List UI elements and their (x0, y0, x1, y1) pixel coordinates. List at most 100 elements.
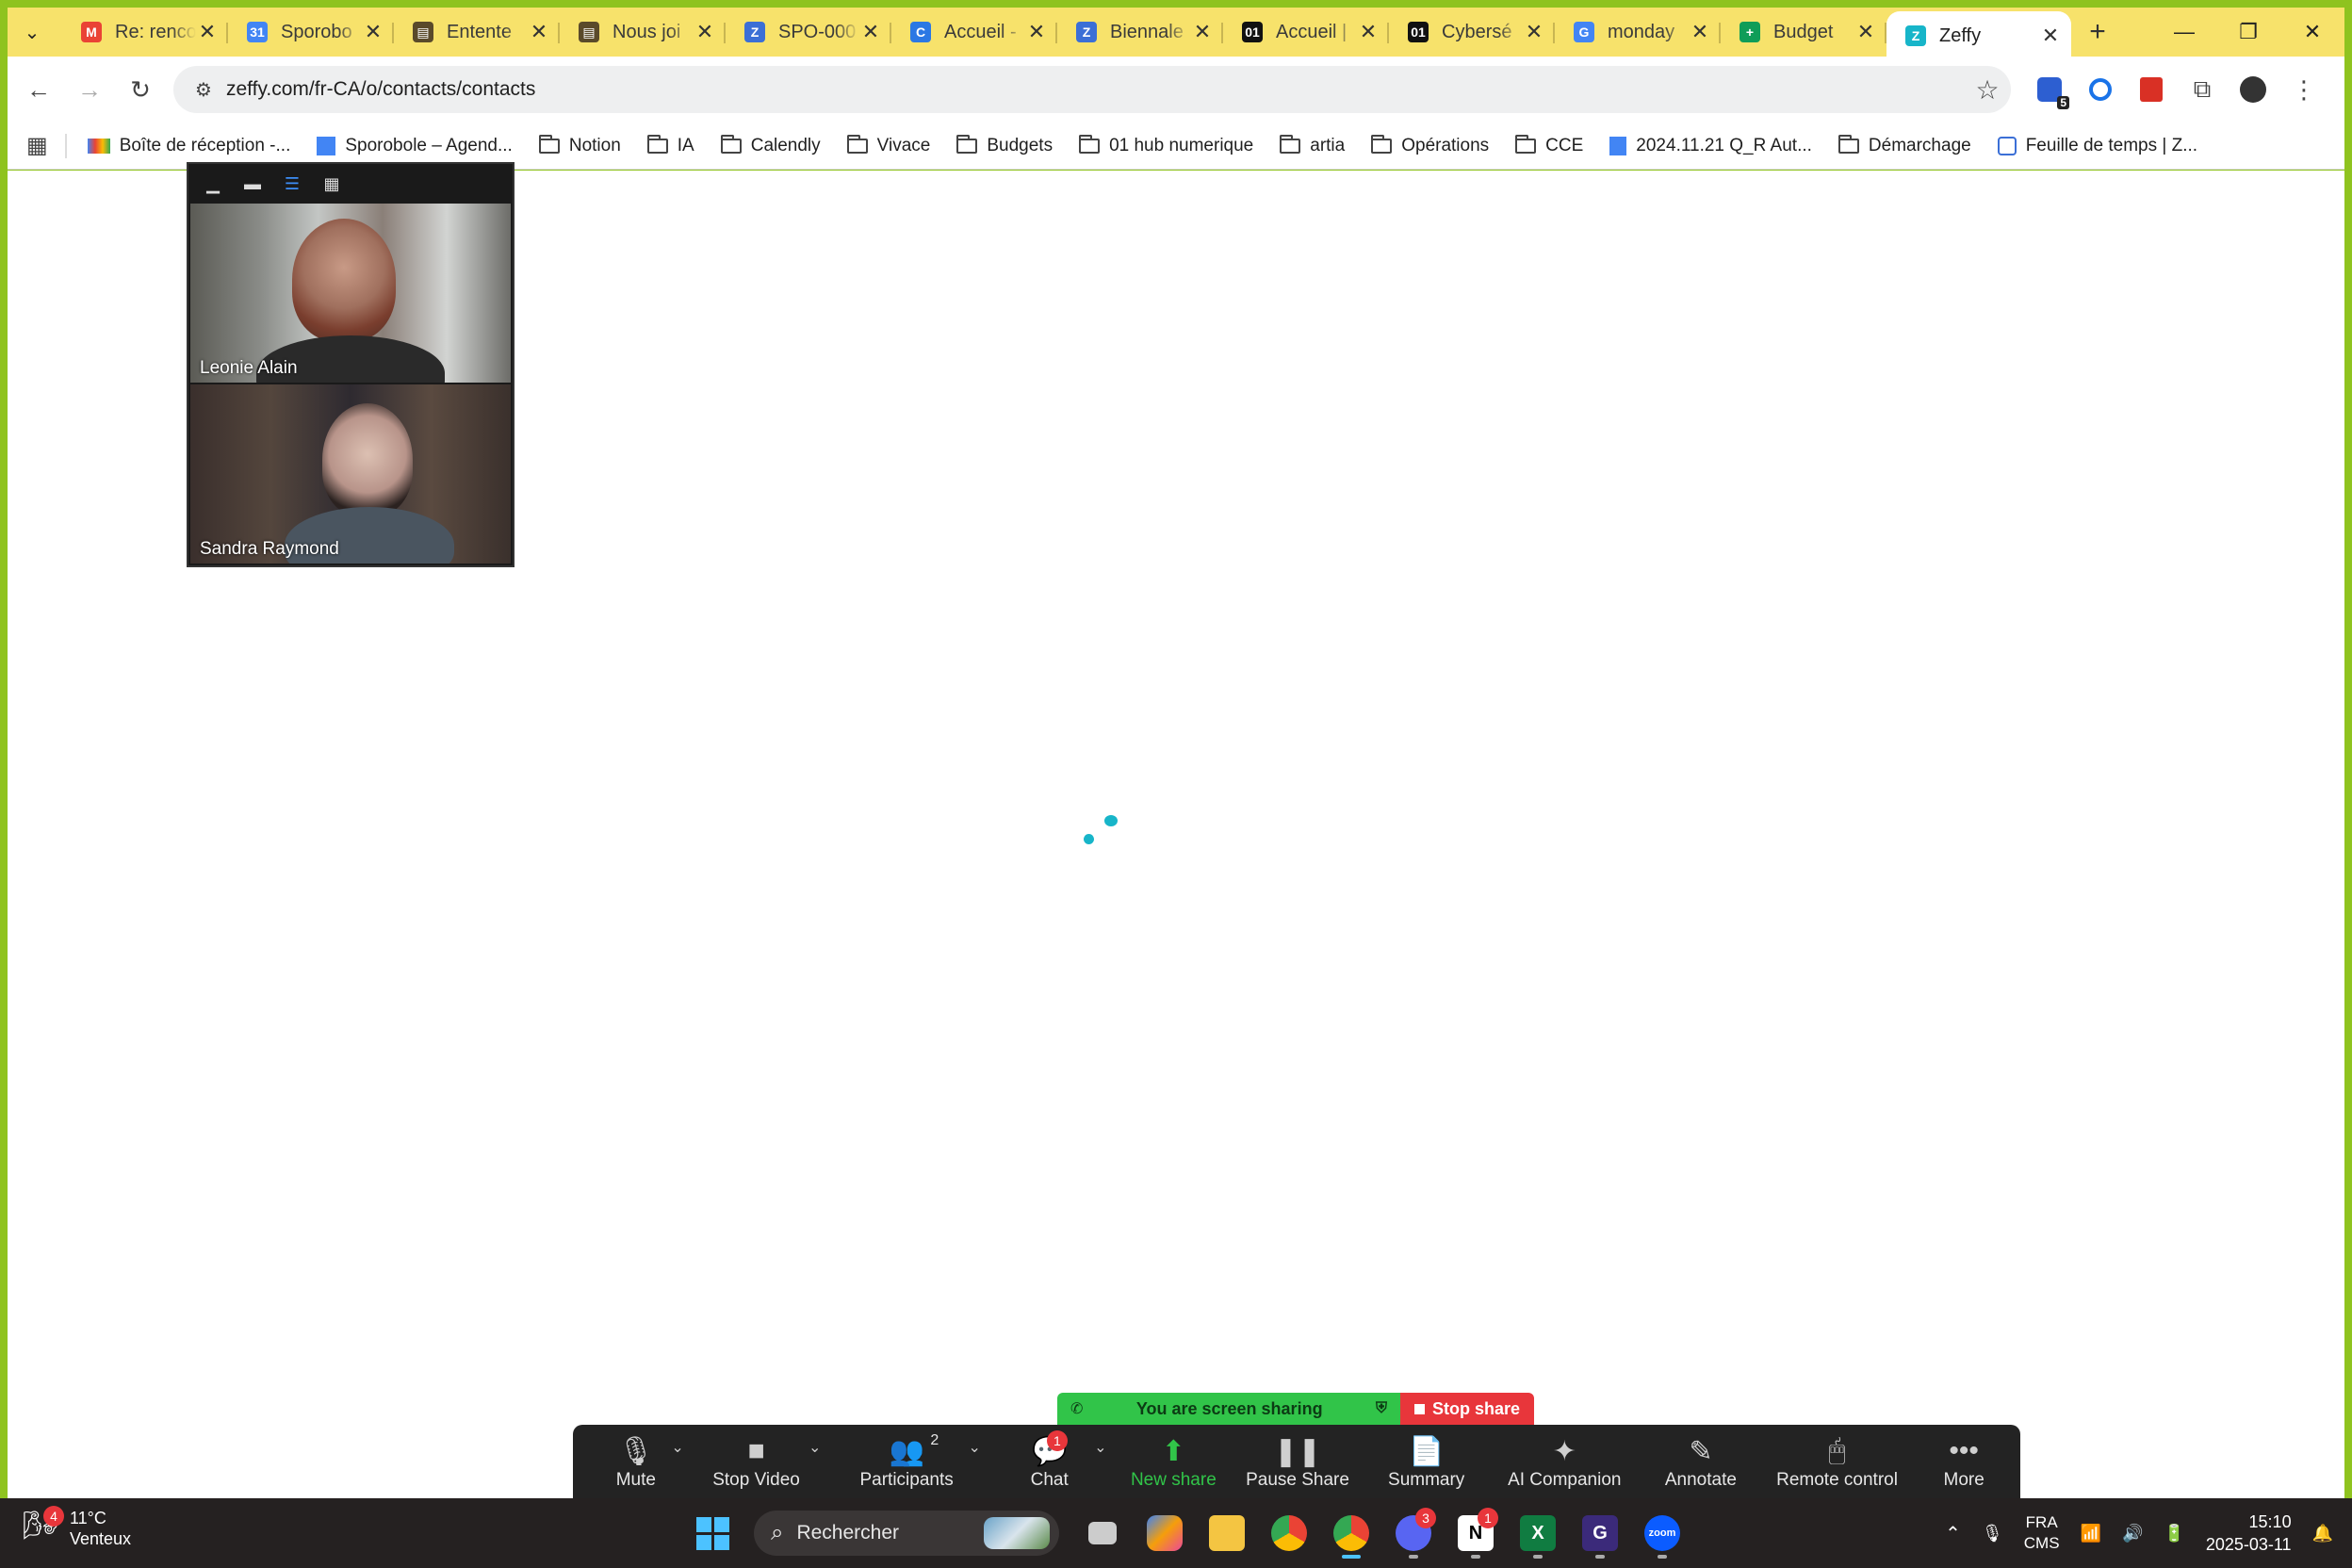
taskbar-search[interactable]: ⌕ Rechercher (754, 1511, 1059, 1556)
tab-4[interactable]: ▤ Nous joi ✕ (560, 11, 726, 53)
share-status[interactable]: ✆ You are screen sharing ⛨ (1057, 1393, 1400, 1425)
new-tab-button[interactable]: + (2079, 16, 2116, 48)
tab-12[interactable]: Z Zeffy ✕ (1886, 11, 2071, 60)
weather-widget[interactable]: 🌬 4 11°C Venteux (23, 1506, 131, 1549)
stacked-view-icon[interactable]: ☰ (279, 171, 305, 197)
bookmark-item[interactable]: Boîte de réception -... (87, 136, 290, 156)
tab-2[interactable]: 31 Sporobo ✕ (228, 11, 394, 53)
chat-button[interactable]: 💬 Chat 1 ⌄ (988, 1425, 1111, 1498)
start-button[interactable] (684, 1506, 741, 1560)
mute-button[interactable]: 🎙 Mute ⌄ (584, 1425, 688, 1498)
mute-options-chevron-icon[interactable]: ⌄ (671, 1438, 683, 1457)
tab-search-button[interactable]: ⌄ (15, 15, 49, 49)
chat-options-chevron-icon[interactable]: ⌄ (1094, 1438, 1106, 1457)
file-explorer-app[interactable] (1199, 1506, 1255, 1560)
participant-video-tile[interactable]: Sandra Raymond (190, 384, 511, 564)
kebab-menu-icon[interactable]: ⋮ (2278, 70, 2329, 109)
zoom-app[interactable]: zoom (1634, 1506, 1690, 1560)
single-speaker-view-icon[interactable]: ▬ (239, 171, 266, 197)
more-button[interactable]: ••• More (1907, 1425, 2020, 1498)
close-tab-icon[interactable]: ✕ (1357, 20, 1380, 44)
close-tab-icon[interactable]: ✕ (1191, 20, 1214, 44)
bookmark-item[interactable]: IA (646, 134, 694, 156)
language-indicator[interactable]: FRA CMS (2024, 1512, 2060, 1554)
stop-video-button[interactable]: ■ Stop Video ⌄ (688, 1425, 825, 1498)
tab-11[interactable]: + Budget ✕ (1721, 11, 1886, 53)
discord-app[interactable]: 3 (1385, 1506, 1442, 1560)
minimize-icon[interactable]: — (2152, 20, 2216, 44)
show-hidden-icons-chevron-icon[interactable]: ⌃ (1945, 1522, 1961, 1545)
close-window-icon[interactable]: ✕ (2280, 20, 2344, 44)
close-tab-icon[interactable]: ✕ (859, 20, 882, 44)
tab-10[interactable]: Gmonday ✕ (1555, 11, 1721, 53)
site-info-icon[interactable]: ⚙ (181, 78, 226, 102)
back-button[interactable]: ← (13, 75, 64, 105)
clock[interactable]: 15:10 2025-03-11 (2206, 1511, 2292, 1556)
bookmark-item[interactable]: Opérations (1371, 134, 1489, 156)
annotate-button[interactable]: ✎ Annotate (1635, 1425, 1767, 1498)
pause-share-button[interactable]: ❚❚ Pause Share (1236, 1425, 1359, 1498)
reload-button[interactable]: ↻ (115, 75, 166, 105)
ai-companion-button[interactable]: ✦ AI Companion (1494, 1425, 1635, 1498)
microphone-location-icon[interactable]: 🎙 (1982, 1524, 2003, 1544)
bookmark-star-icon[interactable]: ☆ (1964, 74, 2011, 106)
bookmark-item[interactable]: Budgets (956, 134, 1053, 156)
puzzle-icon[interactable]: ⧉ (2177, 70, 2228, 109)
video-options-chevron-icon[interactable]: ⌄ (808, 1438, 821, 1457)
bookmark-item[interactable]: Calendly (720, 134, 821, 156)
copilot-app[interactable] (1136, 1506, 1193, 1560)
volume-icon[interactable]: 🔊 (2122, 1524, 2143, 1544)
bookmark-item[interactable]: CCE (1515, 134, 1583, 156)
minimize-video-icon[interactable]: ▁ (200, 171, 226, 197)
tab-8[interactable]: 01 Accueil | ✕ (1223, 11, 1389, 53)
chrome-app[interactable] (1261, 1506, 1317, 1560)
bookmark-item[interactable]: 01 hub numerique (1079, 134, 1253, 156)
apps-grid-icon[interactable]: ▦ (26, 132, 48, 159)
bookmark-item[interactable]: artia (1280, 134, 1345, 156)
bookmark-item[interactable]: Vivace (846, 134, 930, 156)
close-tab-icon[interactable]: ✕ (2039, 24, 2062, 48)
close-tab-icon[interactable]: ✕ (1025, 20, 1048, 44)
summary-button[interactable]: 📄 Summary (1359, 1425, 1494, 1498)
notifications-bell-icon[interactable]: 🔔 (2312, 1524, 2333, 1544)
tab-6[interactable]: C Accueil - ✕ (891, 11, 1057, 53)
circle-extension-icon[interactable] (2075, 70, 2126, 109)
pdf-extension-icon[interactable] (2126, 70, 2177, 109)
restore-icon[interactable]: ❐ (2216, 20, 2280, 44)
gallery-view-icon[interactable]: ▦ (318, 171, 345, 197)
bookmark-item[interactable]: Feuille de temps | Z... (1997, 136, 2197, 156)
bookmark-item[interactable]: 2024.11.21 Q_R Aut... (1609, 136, 1812, 156)
close-tab-icon[interactable]: ✕ (196, 20, 219, 44)
bookmark-item[interactable]: Démarchage (1838, 134, 1971, 156)
battery-icon[interactable]: 🔋 (2164, 1524, 2184, 1544)
tab-3[interactable]: ▤ Entente ✕ (394, 11, 560, 53)
close-tab-icon[interactable]: ✕ (1689, 20, 1711, 44)
close-tab-icon[interactable]: ✕ (528, 20, 550, 44)
forward-button[interactable]: → (64, 75, 115, 105)
close-tab-icon[interactable]: ✕ (694, 20, 716, 44)
zoom-video-panel[interactable]: ▁ ▬ ☰ ▦ Leonie Alain Sandra Raymond (187, 162, 514, 567)
chrome-profile-app[interactable] (1323, 1506, 1380, 1560)
tab-7[interactable]: Z Biennale ✕ (1057, 11, 1223, 53)
close-tab-icon[interactable]: ✕ (1523, 20, 1545, 44)
close-tab-icon[interactable]: ✕ (1854, 20, 1877, 44)
tab-9[interactable]: 01 Cybersé ✕ (1389, 11, 1555, 53)
bookmark-item[interactable]: Notion (538, 134, 621, 156)
participants-options-chevron-icon[interactable]: ⌄ (968, 1438, 980, 1457)
notion-app[interactable]: N1 (1447, 1506, 1504, 1560)
participant-video-tile[interactable]: Leonie Alain (190, 204, 511, 383)
url-text[interactable]: zeffy.com/fr-CA/o/contacts/contacts (226, 78, 1964, 101)
profile-avatar[interactable] (2228, 70, 2278, 109)
app-q[interactable]: G (1572, 1506, 1628, 1560)
wifi-icon[interactable]: 📶 (2081, 1524, 2101, 1544)
close-tab-icon[interactable]: ✕ (362, 20, 384, 44)
excel-app[interactable]: X (1510, 1506, 1566, 1560)
task-view-button[interactable] (1074, 1506, 1131, 1560)
tab-1[interactable]: M Re: renco ✕ (62, 11, 228, 53)
new-share-button[interactable]: ⬆ New share (1111, 1425, 1237, 1498)
bookmark-item[interactable]: Sporobole – Agend... (317, 136, 513, 156)
address-bar[interactable]: ⚙ zeffy.com/fr-CA/o/contacts/contacts ☆ (173, 66, 2011, 113)
remote-control-button[interactable]: 🖱 Remote control (1767, 1425, 1908, 1498)
participants-button[interactable]: 👥 Participants 2 ⌄ (825, 1425, 988, 1498)
extension-icon[interactable]: 5 (2024, 70, 2075, 109)
